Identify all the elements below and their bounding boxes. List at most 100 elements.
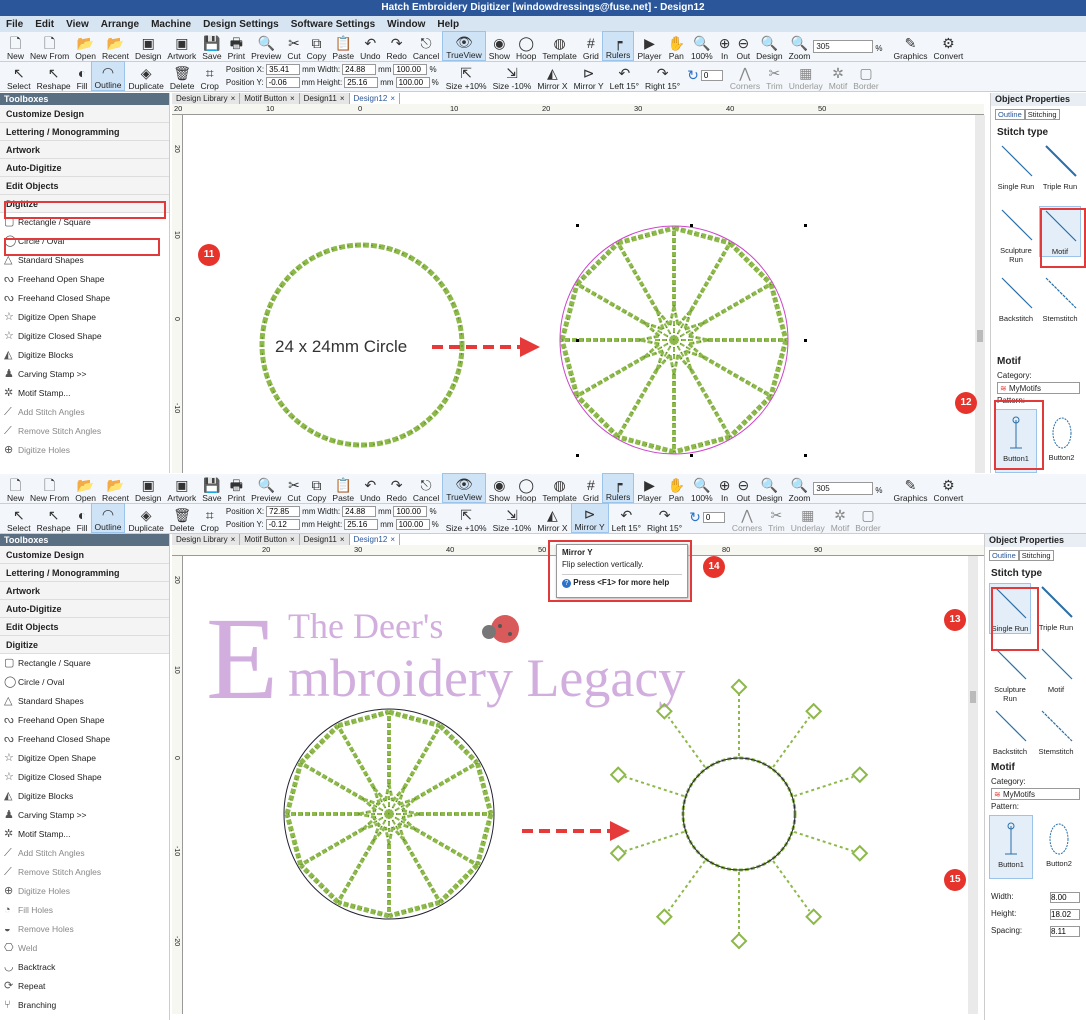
- menu-item-window[interactable]: Window: [387, 19, 425, 30]
- pos-y-input[interactable]: [265, 77, 300, 88]
- motif-button[interactable]: ✲ Motif: [828, 503, 852, 533]
- rotate-input[interactable]: [700, 69, 723, 81]
- new-button[interactable]: 🗋 New: [4, 473, 27, 503]
- graphics-button[interactable]: ✎ Graphics: [890, 473, 930, 503]
- toolbox-group-edit-objects[interactable]: Edit Objects: [0, 177, 169, 195]
- close-icon[interactable]: ×: [290, 94, 295, 103]
- rotate-input[interactable]: [702, 511, 725, 523]
- recent-button[interactable]: 📂 Recent: [99, 31, 132, 61]
- template-button[interactable]: ◍ Template: [539, 31, 580, 61]
- toolbox-item-motif-stamp[interactable]: ✲ Motif Stamp...: [0, 825, 169, 844]
- convert-button[interactable]: ⚙ Convert: [931, 473, 967, 503]
- rotate-left-button[interactable]: ↶ Left 15°: [607, 61, 642, 91]
- preview-button[interactable]: 🔍 Preview: [248, 473, 284, 503]
- preview-button[interactable]: 🔍 Preview: [248, 31, 284, 61]
- toolbox-group-edit-objects[interactable]: Edit Objects: [0, 618, 169, 636]
- height-input[interactable]: [344, 77, 379, 88]
- grid-button[interactable]: # Grid: [580, 473, 602, 503]
- width-input[interactable]: [342, 64, 377, 75]
- zoom-out-button[interactable]: ⊖ Out: [733, 473, 753, 503]
- reshape-button[interactable]: ↖ Reshape: [34, 503, 74, 533]
- toolbox-group-artwork[interactable]: Artwork: [0, 141, 169, 159]
- design-canvas[interactable]: 24 x 24mm Circle: [184, 115, 974, 473]
- redo-button[interactable]: ↷ Redo: [383, 473, 409, 503]
- size-up-button[interactable]: ⇱ Size +10%: [443, 61, 490, 91]
- mirror-x-button[interactable]: ◭ Mirror X: [534, 503, 570, 533]
- motif-field-input[interactable]: [1050, 909, 1080, 920]
- print-button[interactable]: 🖶 Print: [225, 473, 248, 503]
- zoom-design-button[interactable]: 🔍 Design: [753, 473, 785, 503]
- toolbox-group-lettering-monogramming[interactable]: Lettering / Monogramming: [0, 564, 169, 582]
- hoop-button[interactable]: ◯ Hoop: [513, 473, 539, 503]
- select-button[interactable]: ↖ Select: [4, 61, 34, 91]
- trueview-button[interactable]: 👁 TrueView: [442, 473, 486, 503]
- tab-design12[interactable]: Design12 ×: [349, 534, 400, 545]
- toolbox-item-circle[interactable]: ◯ Circle / Oval: [0, 673, 169, 692]
- stitch-triple-run[interactable]: Triple Run: [1035, 583, 1077, 632]
- pan-button[interactable]: ✋ Pan: [665, 473, 688, 503]
- pattern-button2[interactable]: Button2: [1041, 409, 1082, 473]
- toolbox-group-customize-design[interactable]: Customize Design: [0, 546, 169, 564]
- mirror-y-button[interactable]: ⊳ Mirror Y: [571, 61, 607, 91]
- tab-design11[interactable]: Design11 ×: [300, 93, 350, 104]
- close-icon[interactable]: ×: [290, 535, 295, 544]
- tab-design12[interactable]: Design12 ×: [349, 93, 400, 104]
- fill-button[interactable]: ◐ Fill: [74, 61, 91, 91]
- zoom-design-button[interactable]: 🔍 Design: [753, 31, 785, 61]
- close-icon[interactable]: ×: [390, 94, 395, 103]
- toolbox-group-auto-digitize[interactable]: Auto-Digitize: [0, 159, 169, 177]
- trim-button[interactable]: ✂ Trim: [765, 503, 788, 533]
- duplicate-button[interactable]: ◈ Duplicate: [125, 61, 166, 91]
- border-button[interactable]: ▢ Border: [852, 503, 884, 533]
- toolbox-item-digitize-open[interactable]: ☆ Digitize Open Shape: [0, 308, 169, 327]
- toolbox-item-remove-holes[interactable]: ◒ Remove Holes: [0, 920, 169, 939]
- underlay-button[interactable]: ▦ Underlay: [788, 503, 828, 533]
- open-button[interactable]: 📂 Open: [72, 31, 99, 61]
- category-select[interactable]: ≋ MyMotifs: [991, 788, 1080, 800]
- stitch-stemstitch[interactable]: Stemstitch: [1035, 707, 1077, 756]
- size-up-button[interactable]: ⇱ Size +10%: [443, 503, 490, 533]
- motif-button[interactable]: ✲ Motif: [826, 61, 850, 91]
- toolbox-item-add-angles[interactable]: ⟋ Add Stitch Angles: [0, 844, 169, 863]
- cut-button[interactable]: ✂ Cut: [284, 31, 303, 61]
- toolbox-group-artwork[interactable]: Artwork: [0, 582, 169, 600]
- zoom-in-button[interactable]: ⊕ In: [716, 31, 734, 61]
- trueview-button[interactable]: 👁 TrueView: [442, 31, 486, 61]
- height-input[interactable]: [344, 519, 379, 530]
- mirror-y-button[interactable]: ⊳ Mirror Y: [570, 503, 609, 533]
- rotate-right-button[interactable]: ↷ Right 15°: [644, 503, 685, 533]
- copy-button[interactable]: ⧉ Copy: [304, 31, 330, 61]
- rulers-button[interactable]: ┍ Rulers: [601, 473, 635, 503]
- zoom-select[interactable]: 305: [813, 482, 874, 495]
- delete-button[interactable]: 🗑 Delete: [167, 61, 198, 91]
- width-input[interactable]: [342, 506, 377, 517]
- design-canvas-2[interactable]: E The Deer's mbroidery Legacy: [184, 556, 968, 1014]
- toolbox-item-weld[interactable]: ⎔ Weld: [0, 939, 169, 958]
- new-button[interactable]: 🗋 New: [4, 31, 27, 61]
- canvas-scrollbar-2[interactable]: [968, 556, 978, 1014]
- toolbox-item-shapes[interactable]: △ Standard Shapes: [0, 692, 169, 711]
- pattern-button1[interactable]: Button1: [989, 815, 1033, 879]
- mirror-x-button[interactable]: ◭ Mirror X: [534, 61, 570, 91]
- design-button[interactable]: ▣ Design: [132, 473, 164, 503]
- zoom-in-button[interactable]: ⊕ In: [716, 473, 734, 503]
- underlay-button[interactable]: ▦ Underlay: [786, 61, 826, 91]
- pan-button[interactable]: ✋ Pan: [665, 31, 688, 61]
- print-button[interactable]: 🖶 Print: [225, 31, 248, 61]
- toolbox-item-add-angles[interactable]: ⟋ Add Stitch Angles: [0, 403, 169, 422]
- menu-item-machine[interactable]: Machine: [151, 19, 191, 30]
- design-button[interactable]: ▣ Design: [132, 31, 164, 61]
- new-from-button[interactable]: 🗋 New From: [27, 31, 72, 61]
- zoom-100-button[interactable]: 🔍 100%: [688, 31, 716, 61]
- grid-button[interactable]: # Grid: [580, 31, 602, 61]
- props-tab-outline[interactable]: Outline: [995, 109, 1025, 120]
- artwork-button[interactable]: ▣ Artwork: [164, 31, 199, 61]
- pos-x-input[interactable]: [266, 64, 301, 75]
- artwork-button[interactable]: ▣ Artwork: [164, 473, 199, 503]
- toolbox-item-digitize-open[interactable]: ☆ Digitize Open Shape: [0, 749, 169, 768]
- toolbox-item-freehand-open[interactable]: ᔓ Freehand Open Shape: [0, 270, 169, 289]
- zoom-button[interactable]: 🔍 Zoom: [786, 473, 814, 503]
- save-button[interactable]: 💾 Save: [199, 31, 224, 61]
- show-button[interactable]: ◉ Show: [486, 31, 513, 61]
- new-from-button[interactable]: 🗋 New From: [27, 473, 72, 503]
